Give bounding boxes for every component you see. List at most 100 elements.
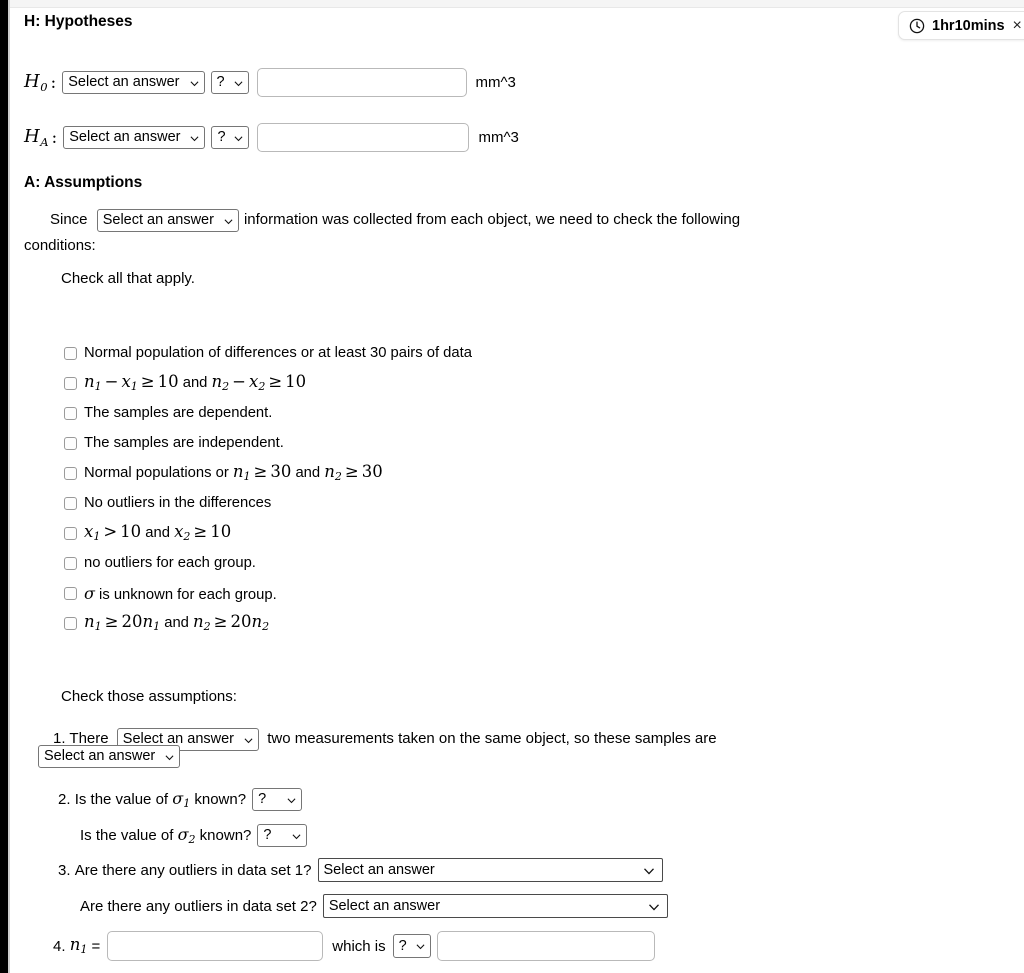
q4-select-label: ? <box>398 937 407 954</box>
q2-line2-select-label: ? <box>263 827 272 843</box>
checkbox-label: Normal populations or n1 ≥30 and n2 ≥30 <box>84 462 383 484</box>
q2-number: 2. <box>58 791 71 808</box>
q4-variable: n1 <box>69 935 88 957</box>
assumption-question-2-line1: 2. Is the value of σ1 known? ? <box>58 788 303 811</box>
checkbox-label: No outliers in the differences <box>84 495 272 511</box>
checkbox-label: n1− x1 ≥10 and n2− x2 ≥10 <box>84 372 307 394</box>
q1-select-2[interactable]: Select an answer <box>38 745 181 768</box>
chevron-down-icon <box>190 135 199 141</box>
sigma-2-symbol: σ2 <box>177 824 196 847</box>
null-hypothesis-unit: mm^3 <box>475 74 516 91</box>
chevron-down-icon <box>648 904 659 911</box>
checkbox-row[interactable]: n1− x1 ≥10 and n2− x2 ≥10 <box>64 372 472 394</box>
chevron-down-icon <box>244 737 253 743</box>
check-those-assumptions-heading: Check those assumptions: <box>61 688 237 705</box>
q4-which-is-label: which is <box>332 937 386 955</box>
since-line2: conditions: <box>24 237 96 254</box>
checkbox-samples-independent[interactable] <box>64 436 77 450</box>
chevron-down-icon <box>165 754 174 760</box>
alt-hypothesis-select-label: Select an answer <box>69 129 181 145</box>
checkbox-no-outliers-each-group[interactable] <box>64 556 77 570</box>
close-icon[interactable]: × <box>1013 17 1022 34</box>
q3-line1-text: Are there any outliers in data set 1? <box>74 861 312 879</box>
null-hypothesis-value-input[interactable] <box>256 68 467 97</box>
q4-value-input-1[interactable] <box>107 931 324 961</box>
null-hypothesis-select[interactable]: Select an answer <box>62 71 205 94</box>
checkbox-row[interactable]: Normal population of differences or at l… <box>64 343 472 363</box>
q3-line1-select[interactable]: Select an answer <box>317 858 663 882</box>
q3-line1-select-label: Select an answer <box>323 862 435 878</box>
assumptions-heading: A: Assumptions <box>24 174 143 191</box>
checkbox-row[interactable]: The samples are dependent. <box>64 403 472 423</box>
alt-hypothesis-select[interactable]: Select an answer <box>63 126 206 149</box>
null-colon: : <box>50 72 57 93</box>
checkbox-normal-populations-n30[interactable] <box>64 466 77 480</box>
checkbox-samples-dependent[interactable] <box>64 406 77 420</box>
since-suffix: information was collected from each obje… <box>243 211 741 228</box>
checkbox-label: x1 >10 and x2 ≥10 <box>84 522 232 544</box>
null-comparator-label: ? <box>216 74 225 90</box>
checkbox-row[interactable]: No outliers in the differences <box>64 493 472 513</box>
clock-icon <box>909 18 925 34</box>
chevron-down-icon <box>190 80 198 86</box>
hypothesis-row-alt: HA : Select an answer ? mm^3 <box>24 123 519 152</box>
chevron-down-icon <box>643 868 654 875</box>
q3-line2-select-label: Select an answer <box>328 898 441 914</box>
q3-line2-text: Are there any outliers in data set 2? <box>80 897 317 915</box>
checkbox-sigma-unknown[interactable] <box>64 586 77 600</box>
since-select[interactable]: Select an answer <box>96 209 239 232</box>
checkbox-row[interactable]: Normal populations or n1 ≥30 and n2 ≥30 <box>64 462 472 484</box>
assumption-question-4: 4. n1 = which is ? <box>53 931 655 961</box>
checkbox-label: The samples are independent. <box>84 435 284 451</box>
checkbox-normal-population-differences[interactable] <box>64 346 77 360</box>
checkbox-label: Normal population of differences or at l… <box>84 345 472 361</box>
alt-comparator-select[interactable]: ? <box>211 126 250 149</box>
checkbox-no-outliers-differences[interactable] <box>64 496 77 510</box>
checkbox-label: no outliers for each group. <box>84 555 256 571</box>
chevron-down-icon <box>234 80 242 86</box>
hypotheses-heading: H: Hypotheses <box>24 13 133 30</box>
since-paragraph: Since Select an answer information was c… <box>24 207 824 259</box>
q2-line2-select[interactable]: ? <box>257 824 308 847</box>
alt-hypothesis-unit: mm^3 <box>478 129 519 146</box>
q4-number: 4. <box>53 937 66 955</box>
null-hypothesis-select-label: Select an answer <box>68 74 180 90</box>
null-comparator-select[interactable]: ? <box>210 71 249 94</box>
left-edge-rail <box>0 0 8 973</box>
chevron-down-icon <box>416 944 425 950</box>
alt-hypothesis-value-input[interactable] <box>257 123 470 152</box>
q3-line2-select[interactable]: Select an answer <box>322 894 668 918</box>
checkbox-row[interactable]: n1 ≥20n1 and n2 ≥20n2 <box>64 612 472 634</box>
q1-middle-text: two measurements taken on the same objec… <box>267 730 717 747</box>
checkbox-label: n1 ≥20n1 and n2 ≥20n2 <box>84 612 270 634</box>
checkbox-label: The samples are dependent. <box>84 405 273 421</box>
checkbox-n1-ge-20n1[interactable] <box>64 616 77 630</box>
q3-number: 3. <box>58 861 71 879</box>
alt-comparator-label: ? <box>217 129 226 145</box>
checkbox-label: σ is unknown for each group. <box>84 583 277 603</box>
q4-value-input-2[interactable] <box>436 931 655 961</box>
checkbox-row[interactable]: The samples are independent. <box>64 433 472 453</box>
timer-label: 1hr10mins <box>932 17 1005 34</box>
checkbox-row[interactable]: σ is unknown for each group. <box>64 583 472 603</box>
alt-hypothesis-symbol: HA <box>24 126 49 149</box>
assumption-question-1: 1. There Select an answer two measuremen… <box>53 725 953 752</box>
checkbox-n1-minus-x1[interactable] <box>64 376 77 390</box>
q2-line1-text: Is the value of <box>74 791 169 808</box>
top-chrome-strip <box>0 0 1024 8</box>
checkbox-x1-gt-10[interactable] <box>64 526 77 540</box>
checkbox-row[interactable]: x1 >10 and x2 ≥10 <box>64 522 472 544</box>
sigma-1-symbol: σ1 <box>172 788 191 811</box>
q1-select-2-label: Select an answer <box>44 748 156 764</box>
q4-select[interactable]: ? <box>392 934 431 958</box>
null-hypothesis-symbol: H0 <box>24 71 48 94</box>
chevron-down-icon <box>287 797 296 803</box>
checkbox-row[interactable]: no outliers for each group. <box>64 553 472 573</box>
timer-badge[interactable]: 1hr10mins × <box>898 11 1024 40</box>
q2-line2-text: Is the value of <box>80 827 174 844</box>
q2-line1-select[interactable]: ? <box>252 788 303 811</box>
assumption-question-2-line2: Is the value of σ2 known? ? <box>80 824 308 847</box>
q2-line1-select-label: ? <box>258 791 267 807</box>
q2-line2-suffix: known? <box>199 827 252 844</box>
since-select-label: Select an answer <box>102 212 214 228</box>
